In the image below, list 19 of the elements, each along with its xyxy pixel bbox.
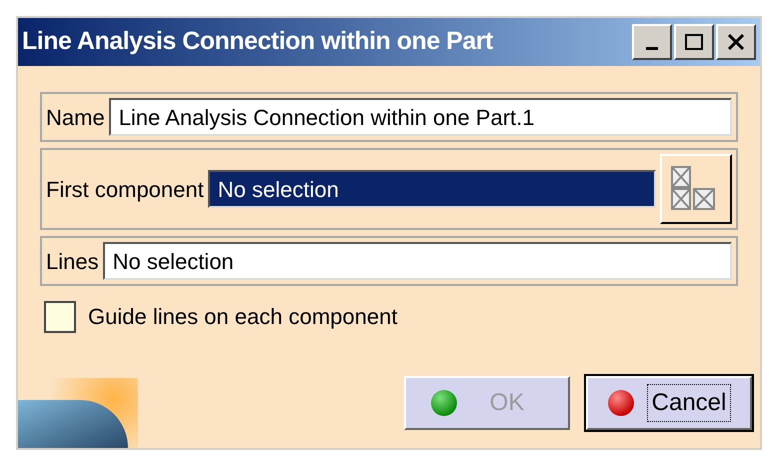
text-field[interactable]: Line Analysis Connection within one Part.1 <box>108 98 732 136</box>
field-label: Name <box>46 104 105 132</box>
minimize-icon <box>646 46 658 50</box>
checkbox-label: Guide lines on each component <box>88 303 398 331</box>
maximize-icon <box>685 34 703 50</box>
text-field[interactable]: No selection <box>102 242 732 280</box>
checkbox[interactable] <box>44 300 76 332</box>
window-title: Line Analysis Connection within one Part <box>22 26 493 58</box>
close-icon <box>728 34 744 50</box>
cancel-button[interactable]: Cancel <box>586 376 752 430</box>
close-button[interactable] <box>716 24 756 60</box>
minimize-button[interactable] <box>632 24 672 60</box>
ball-icon <box>606 389 635 417</box>
field-label: Lines <box>46 248 99 276</box>
field-label: First component <box>46 176 204 204</box>
ball-icon <box>430 389 458 417</box>
selection-mode-button[interactable] <box>660 154 732 224</box>
text-field[interactable]: No selection <box>208 170 656 208</box>
maximize-button[interactable] <box>674 24 714 60</box>
